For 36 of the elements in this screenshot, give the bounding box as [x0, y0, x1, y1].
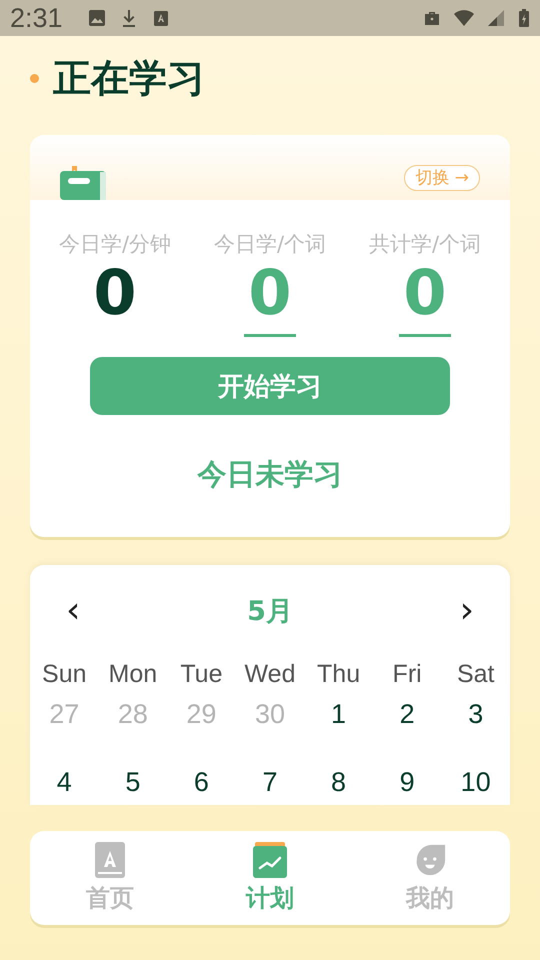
calendar-day[interactable]: 5 [125, 757, 140, 805]
stat-value: 0 [244, 258, 296, 337]
status-time: 2:31 [10, 2, 63, 34]
calendar-day[interactable]: 9 [400, 757, 415, 805]
next-month-button[interactable]: › [452, 593, 482, 629]
previous-month-button[interactable]: ‹ [58, 593, 88, 629]
calendar-day[interactable]: 4 [56, 757, 72, 805]
book-icon [93, 842, 127, 878]
image-icon [86, 8, 107, 28]
page-title: 正在学习 [53, 54, 205, 102]
weekday-label: Sun [42, 659, 87, 689]
stat-value: 0 [92, 258, 138, 331]
stat-label: 今日学/分钟 [58, 231, 172, 258]
chart-icon [253, 842, 287, 878]
weekday-label: Tue [180, 659, 222, 689]
weekday-label: Mon [108, 659, 158, 689]
weekday-label: Wed [244, 659, 296, 689]
bullet-dot [30, 74, 39, 82]
weekday-label: Fri [392, 659, 422, 689]
stat-value: 0 [399, 258, 451, 337]
stat-label: 今日学/个词 [214, 231, 326, 258]
calendar-day[interactable]: 7 [262, 757, 278, 805]
weekday-label: Thu [317, 659, 360, 689]
wifi-icon [454, 8, 474, 28]
calendar-day[interactable]: 3 [468, 689, 484, 757]
calendar-day[interactable]: 1 [331, 689, 346, 757]
battery-icon [518, 8, 530, 28]
stat-label: 共计学/个词 [368, 231, 482, 258]
weekday-label: Sat [456, 659, 494, 689]
calendar-day[interactable]: 6 [194, 757, 209, 805]
calendar-day[interactable]: 8 [331, 757, 346, 805]
month-title: 5月 [247, 595, 293, 629]
calendar-day[interactable]: 10 [460, 757, 491, 805]
calendar-day[interactable]: 2 [400, 689, 415, 757]
signal-icon [486, 8, 506, 28]
study-status-text: 今日未学习 [198, 456, 342, 493]
